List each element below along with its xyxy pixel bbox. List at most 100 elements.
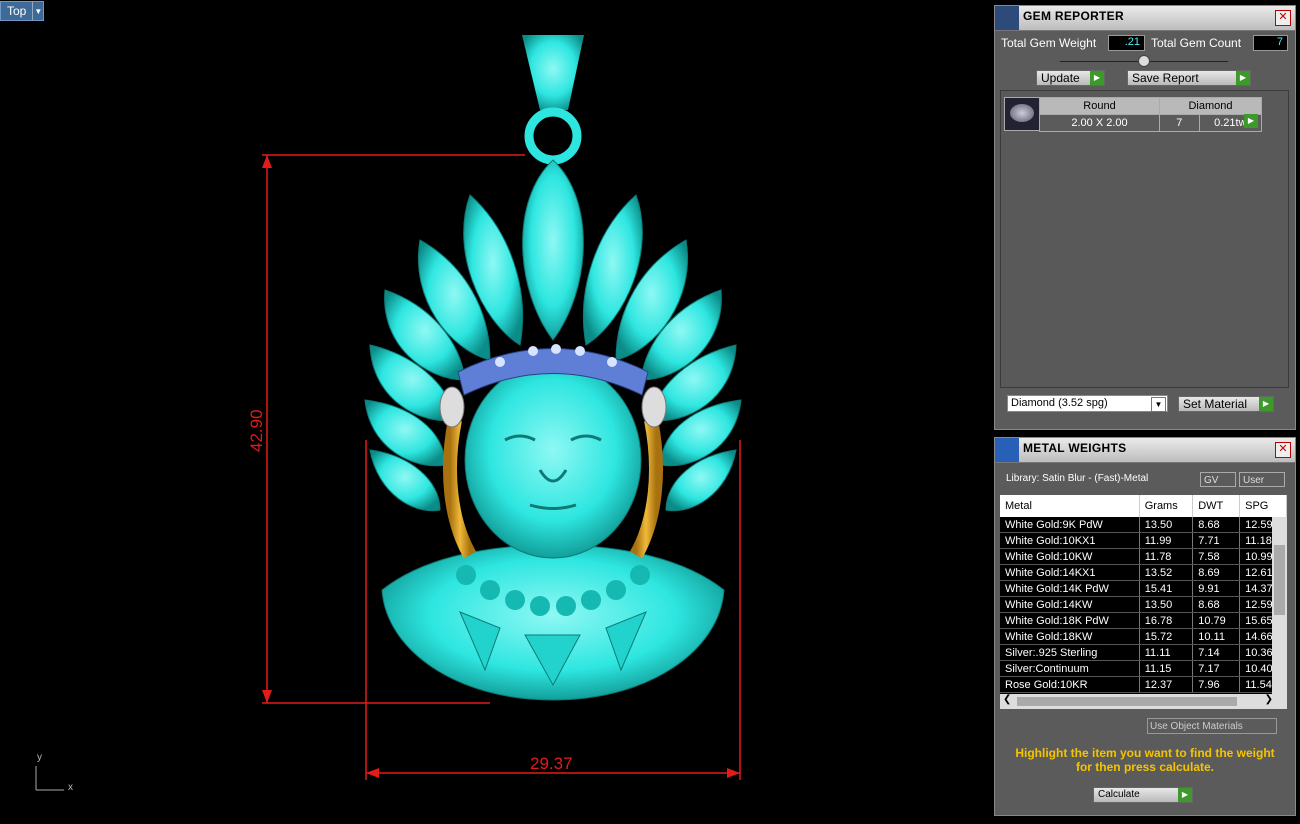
cell-dwt: 9.91 [1192,580,1241,597]
table-row[interactable]: White Gold:10KW 11.78 7.58 10.99 [1000,548,1287,565]
scroll-left-icon[interactable]: ❮ [1003,694,1011,705]
update-button-label: Update [1041,71,1080,85]
play-icon: ▶ [1236,71,1250,85]
cell-grams: 11.99 [1139,532,1194,549]
material-select-value: Diamond (3.52 spg) [1011,397,1108,409]
chevron-down-icon[interactable]: ▼ [1151,397,1166,412]
library-label: Library: Satin Blur - (Fast)-Metal [1006,473,1149,484]
scroll-right-icon[interactable]: ❯ [1265,694,1273,705]
column-header-spg[interactable]: SPG [1239,495,1287,517]
column-header-dwt[interactable]: DWT [1192,495,1241,517]
metal-table-header: Metal Grams DWT SPG [1000,495,1287,517]
face [464,361,642,559]
gem-list-area[interactable] [1000,90,1289,388]
bail-shape [522,35,584,110]
table-row[interactable]: Silver:.925 Sterling 11.11 7.14 10.36 [1000,644,1287,661]
gem-reporter-title: GEM REPORTER [1023,9,1124,23]
table-row[interactable]: White Gold:14KX1 13.52 8.69 12.61 [1000,564,1287,581]
gem-thumbnail-icon[interactable] [1004,97,1040,131]
splitter-handle-icon[interactable] [1138,55,1150,67]
cell-dwt: 10.11 [1192,628,1241,645]
metal-weights-title: METAL WEIGHTS [1023,441,1127,455]
cell-metal: White Gold:18KW [1000,628,1140,645]
cell-metal: White Gold:18K PdW [1000,612,1140,629]
cell-grams: 15.72 [1139,628,1194,645]
set-material-label: Set Material [1183,397,1248,411]
play-icon: ▶ [1178,788,1192,802]
right-ear-disc [641,386,667,428]
save-report-button[interactable]: Save Report ▶ [1127,70,1251,86]
calculate-button[interactable]: Calculate ▶ [1093,787,1193,803]
table-row[interactable]: White Gold:9K PdW 13.50 8.68 12.59 [1000,517,1287,533]
cell-grams: 11.11 [1139,644,1194,661]
metal-weights-icon [995,438,1019,462]
close-icon[interactable]: ✕ [1275,10,1291,26]
pendant-model [35,35,742,791]
total-gem-weight-field[interactable]: .21 [1108,35,1145,51]
gem-reporter-icon [995,6,1019,30]
table-row[interactable]: White Gold:14KW 13.50 8.68 12.59 [1000,596,1287,613]
total-gem-count-label: Total Gem Count [1151,36,1242,50]
cell-dwt: 7.17 [1192,660,1241,677]
save-report-label: Save Report [1132,71,1199,85]
cell-grams: 11.15 [1139,660,1194,677]
metal-table-body[interactable]: White Gold:9K PdW 13.50 8.68 12.59 White Gol… [1000,517,1287,693]
gem-size: 2.00 X 2.00 [1039,114,1160,132]
play-icon: ▶ [1259,397,1273,411]
cell-metal: Rose Gold:10KR [1000,676,1140,693]
cell-metal: White Gold:10KW [1000,548,1140,565]
vertical-scrollbar[interactable] [1272,517,1287,695]
cell-metal: White Gold:14KW [1000,596,1140,613]
cell-metal: White Gold:9K PdW [1000,517,1140,533]
cell-dwt: 7.14 [1192,644,1241,661]
table-row[interactable]: White Gold:18K PdW 16.78 10.79 15.65 [1000,612,1287,629]
viewport-top[interactable]: Top ▼ 42.90 29.37 y x [0,0,993,824]
cell-metal: White Gold:14K PdW [1000,580,1140,597]
metal-table-container[interactable]: Metal Grams DWT SPG White Gold:9K PdW 13.50 8… [1000,495,1287,695]
cell-grams: 13.52 [1139,564,1194,581]
gem-detail-table[interactable]: Round Diamond 2.00 X 2.00 7 0.21tw [1039,97,1263,132]
table-row[interactable]: White Gold:10KX1 11.99 7.71 11.18 [1000,532,1287,549]
gv-label: GV [1204,475,1219,486]
gem-play-icon[interactable]: ▶ [1244,114,1258,128]
table-row[interactable]: White Gold:18KW 15.72 10.11 14.66 [1000,628,1287,645]
set-material-button[interactable]: Set Material ▶ [1178,396,1274,412]
close-icon[interactable]: ✕ [1275,442,1291,458]
table-row[interactable]: Silver:Continuum 11.15 7.17 10.40 [1000,660,1287,677]
gv-toggle[interactable]: GV [1200,472,1236,487]
update-button[interactable]: Update ▶ [1036,70,1105,86]
left-ear-disc [439,386,465,428]
column-header-grams[interactable]: Grams [1139,495,1194,517]
metal-table[interactable]: Metal Grams DWT SPG White Gold:9K PdW 13.50 8… [1000,495,1287,693]
user-label: User [1243,475,1265,486]
use-object-materials-toggle[interactable]: Use Object Materials [1147,718,1277,734]
cell-metal: Silver:Continuum [1000,660,1140,677]
table-row[interactable]: Rose Gold:10KR 12.37 7.96 11.54 [1000,676,1287,693]
hscrollbar-thumb[interactable] [1017,697,1237,706]
cell-dwt: 7.58 [1192,548,1241,565]
cell-dwt: 7.96 [1192,676,1241,693]
cell-dwt: 10.79 [1192,612,1241,629]
user-toggle[interactable]: User [1239,472,1285,487]
axis-x-label: x [68,782,73,793]
horizontal-scrollbar[interactable]: ❮ ❯ [1000,694,1287,709]
height-dimension-label: 42.90 [247,409,266,452]
axis-gizmo [35,766,64,791]
column-header-metal[interactable]: Metal [1000,495,1140,517]
gem-reporter-header: GEM REPORTER ✕ [995,6,1295,31]
table-row[interactable]: White Gold:14K PdW 15.41 9.91 14.37 [1000,580,1287,597]
width-dimension-label: 29.37 [530,754,573,773]
cell-metal: White Gold:14KX1 [1000,564,1140,581]
jump-ring [524,107,582,165]
gem-count: 7 [1159,114,1200,132]
cell-metal: Silver:.925 Sterling [1000,644,1140,661]
instruction-note: Highlight the item you want to find the … [1015,746,1275,774]
scrollbar-thumb[interactable] [1274,545,1285,615]
cell-grams: 13.50 [1139,596,1194,613]
material-select[interactable]: Diamond (3.52 spg) ▼ [1007,395,1168,412]
cell-grams: 15.41 [1139,580,1194,597]
cell-grams: 11.78 [1139,548,1194,565]
total-gem-count-field[interactable]: 7 [1253,35,1288,51]
cell-dwt: 7.71 [1192,532,1241,549]
cell-grams: 12.37 [1139,676,1194,693]
